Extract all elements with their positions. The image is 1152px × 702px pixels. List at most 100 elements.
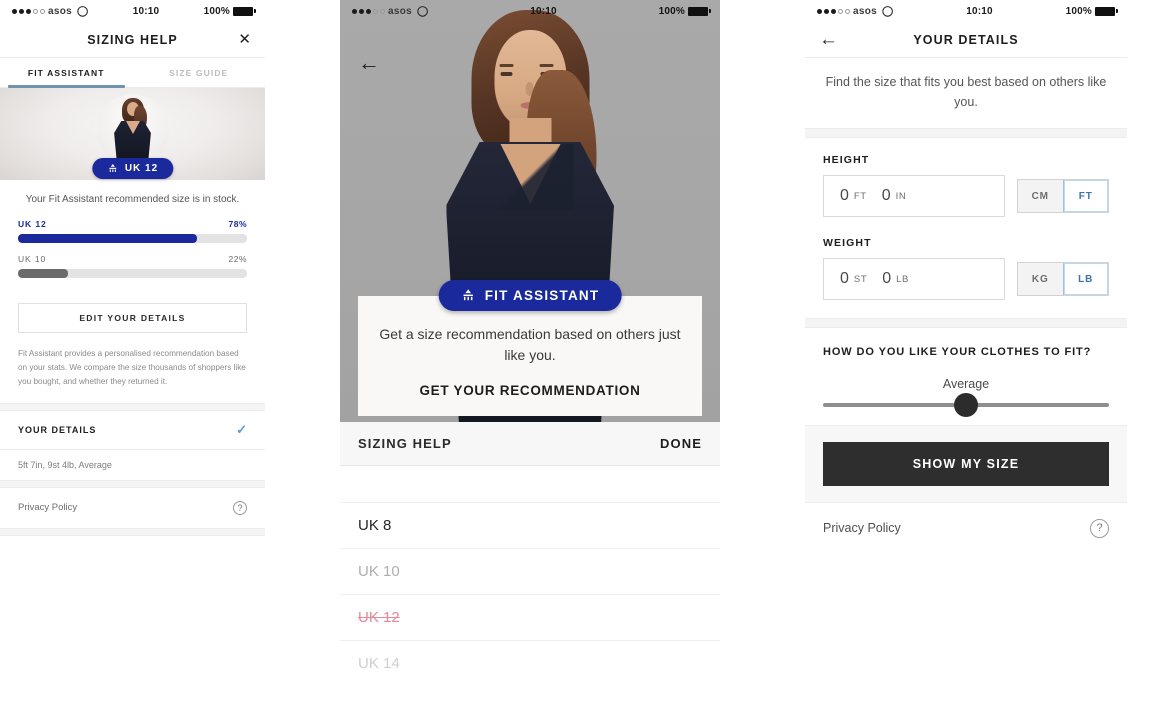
size-bar-row: UK 12 78%: [18, 219, 247, 243]
size-bar-track: [18, 269, 247, 278]
slider-thumb[interactable]: [954, 392, 978, 417]
list-item[interactable]: UK 10: [340, 548, 720, 594]
signal-strength-icon: [817, 8, 850, 14]
tab-bar: FIT ASSISTANT SIZE GUIDE: [0, 58, 265, 88]
fit-preference-slider-wrap: Average: [805, 361, 1127, 425]
height-inches-value: 0: [881, 187, 891, 204]
hero-banner: UK 12: [0, 88, 265, 180]
product-photo: asos ◯ 10:10 100% ← FIT ASSISTANT Get a …: [340, 0, 720, 422]
status-bar-right: 100%: [1065, 5, 1118, 17]
weight-input[interactable]: 0 ST 0 LB: [823, 258, 1005, 300]
tab-size-guide-label: SIZE GUIDE: [169, 67, 229, 78]
status-bar-left: asos ◯: [12, 6, 88, 17]
size-bar-label: UK 10: [18, 254, 47, 264]
check-icon: ✓: [236, 421, 247, 437]
size-bar-label: UK 12: [18, 219, 47, 229]
fit-preference-slider[interactable]: [823, 392, 1109, 417]
battery-percent-label: 100%: [658, 5, 685, 17]
height-field-group: HEIGHT 0 FT 0 IN CM FT: [805, 138, 1127, 221]
close-icon[interactable]: ✕: [238, 32, 251, 47]
height-unit-ft[interactable]: FT: [1062, 180, 1108, 212]
weight-unit-lb[interactable]: LB: [1062, 263, 1108, 295]
edit-your-details-button[interactable]: EDIT YOUR DETAILS: [18, 303, 247, 333]
section-divider: [805, 318, 1127, 328]
size-bar-track: [18, 234, 247, 243]
weight-pound-unit: LB: [896, 273, 909, 285]
recommended-size-badge: UK 12: [91, 158, 174, 179]
phone-panel-fit-assistant-result: asos ◯ 10:10 100% SIZING HELP ✕ FIT ASSI…: [0, 0, 265, 702]
size-bar-percent: 22%: [228, 254, 247, 264]
done-button[interactable]: DONE: [660, 436, 702, 451]
height-unit-toggle[interactable]: CM FT: [1017, 179, 1109, 213]
battery-percent-label: 100%: [203, 5, 230, 17]
question-mark-icon[interactable]: ?: [233, 500, 247, 515]
nav-bar: ← YOUR DETAILS: [805, 22, 1127, 58]
weight-pound-value: 0: [882, 270, 892, 287]
size-bar-row: UK 10 22%: [18, 254, 247, 278]
sizing-help-bar: SIZING HELP DONE: [340, 422, 720, 466]
section-divider: [0, 479, 265, 488]
signal-strength-icon: [352, 8, 385, 14]
show-my-size-button[interactable]: SHOW MY SIZE: [823, 441, 1109, 486]
status-bar-right: 100%: [203, 5, 256, 17]
page-title: YOUR DETAILS: [913, 32, 1019, 47]
weight-unit-kg[interactable]: KG: [1018, 263, 1063, 295]
privacy-policy-label: Privacy Policy: [18, 502, 78, 514]
weight-label: WEIGHT: [823, 237, 872, 249]
page-title: SIZING HELP: [87, 32, 178, 47]
status-bar-left: asos ◯: [352, 6, 428, 17]
avatar: [96, 94, 169, 166]
battery-icon: [1095, 6, 1118, 16]
back-arrow-icon[interactable]: ←: [819, 30, 838, 49]
weight-field-row: 0 ST 0 LB KG LB: [823, 258, 1109, 300]
size-list: UK 8 UK 10 UK 12 UK 14: [340, 502, 720, 686]
carrier-label: asos: [853, 5, 877, 17]
clock-label: 10:10: [966, 5, 993, 17]
wifi-icon: ◯: [417, 5, 429, 17]
sizing-help-label: SIZING HELP: [358, 436, 452, 451]
bottom-divider: [0, 527, 265, 536]
status-bar-left: asos ◯: [817, 6, 893, 17]
carrier-label: asos: [388, 5, 412, 17]
fit-assistant-legal-text: Fit Assistant provides a personalised re…: [18, 349, 246, 386]
fit-assistant-badge: FIT ASSISTANT: [438, 279, 622, 311]
battery-percent-label: 100%: [1065, 5, 1092, 17]
tab-size-guide[interactable]: SIZE GUIDE: [133, 58, 266, 87]
section-divider: [805, 128, 1127, 138]
status-bar: asos ◯ 10:10 100%: [0, 0, 265, 22]
privacy-policy-label: Privacy Policy: [823, 521, 901, 535]
fit-preference-value: Average: [942, 376, 990, 391]
wifi-icon: ◯: [77, 5, 89, 17]
weight-field-group: WEIGHT 0 ST 0 LB KG LB: [805, 221, 1127, 304]
question-mark-icon[interactable]: ?: [1090, 518, 1109, 538]
tab-fit-assistant[interactable]: FIT ASSISTANT: [0, 58, 133, 88]
list-spacer: [340, 466, 720, 502]
back-arrow-icon[interactable]: ←: [358, 50, 380, 76]
list-item[interactable]: UK 14: [340, 640, 720, 686]
height-input[interactable]: 0 FT 0 IN: [823, 175, 1005, 217]
get-your-recommendation-button[interactable]: GET YOUR RECOMMENDATION: [378, 383, 682, 398]
privacy-policy-row[interactable]: Privacy Policy ?: [0, 488, 265, 528]
height-feet-unit: FT: [853, 190, 867, 202]
carrier-label: asos: [48, 5, 72, 17]
phone-panel-your-details-form: asos ◯ 10:10 100% ← YOUR DETAILS Find th…: [805, 0, 1127, 702]
recommended-size-label: UK 12: [124, 163, 159, 174]
your-details-row[interactable]: YOUR DETAILS ✓: [0, 411, 265, 450]
battery-icon: [233, 6, 256, 16]
nav-bar: SIZING HELP ✕: [0, 22, 265, 58]
wifi-icon: ◯: [882, 5, 894, 17]
weight-stone-value: 0: [840, 270, 849, 287]
height-label: HEIGHT: [823, 154, 870, 166]
promo-card-body: Get a size recommendation based on other…: [379, 325, 681, 364]
weight-unit-toggle[interactable]: KG LB: [1017, 262, 1109, 296]
privacy-policy-row[interactable]: Privacy Policy ?: [805, 503, 1127, 554]
battery-icon: [688, 6, 711, 16]
form-intro-text: Find the size that fits you best based o…: [825, 75, 1107, 109]
phone-panel-product-fit-assistant: asos ◯ 10:10 100% ← FIT ASSISTANT Get a …: [340, 0, 720, 702]
height-unit-cm[interactable]: CM: [1018, 180, 1063, 212]
list-item[interactable]: UK 8: [340, 502, 720, 548]
height-feet-value: 0: [840, 187, 849, 204]
fit-assistant-icon: [108, 164, 116, 172]
status-bar: asos ◯ 10:10 100%: [340, 0, 720, 22]
list-item[interactable]: UK 12: [340, 594, 720, 640]
